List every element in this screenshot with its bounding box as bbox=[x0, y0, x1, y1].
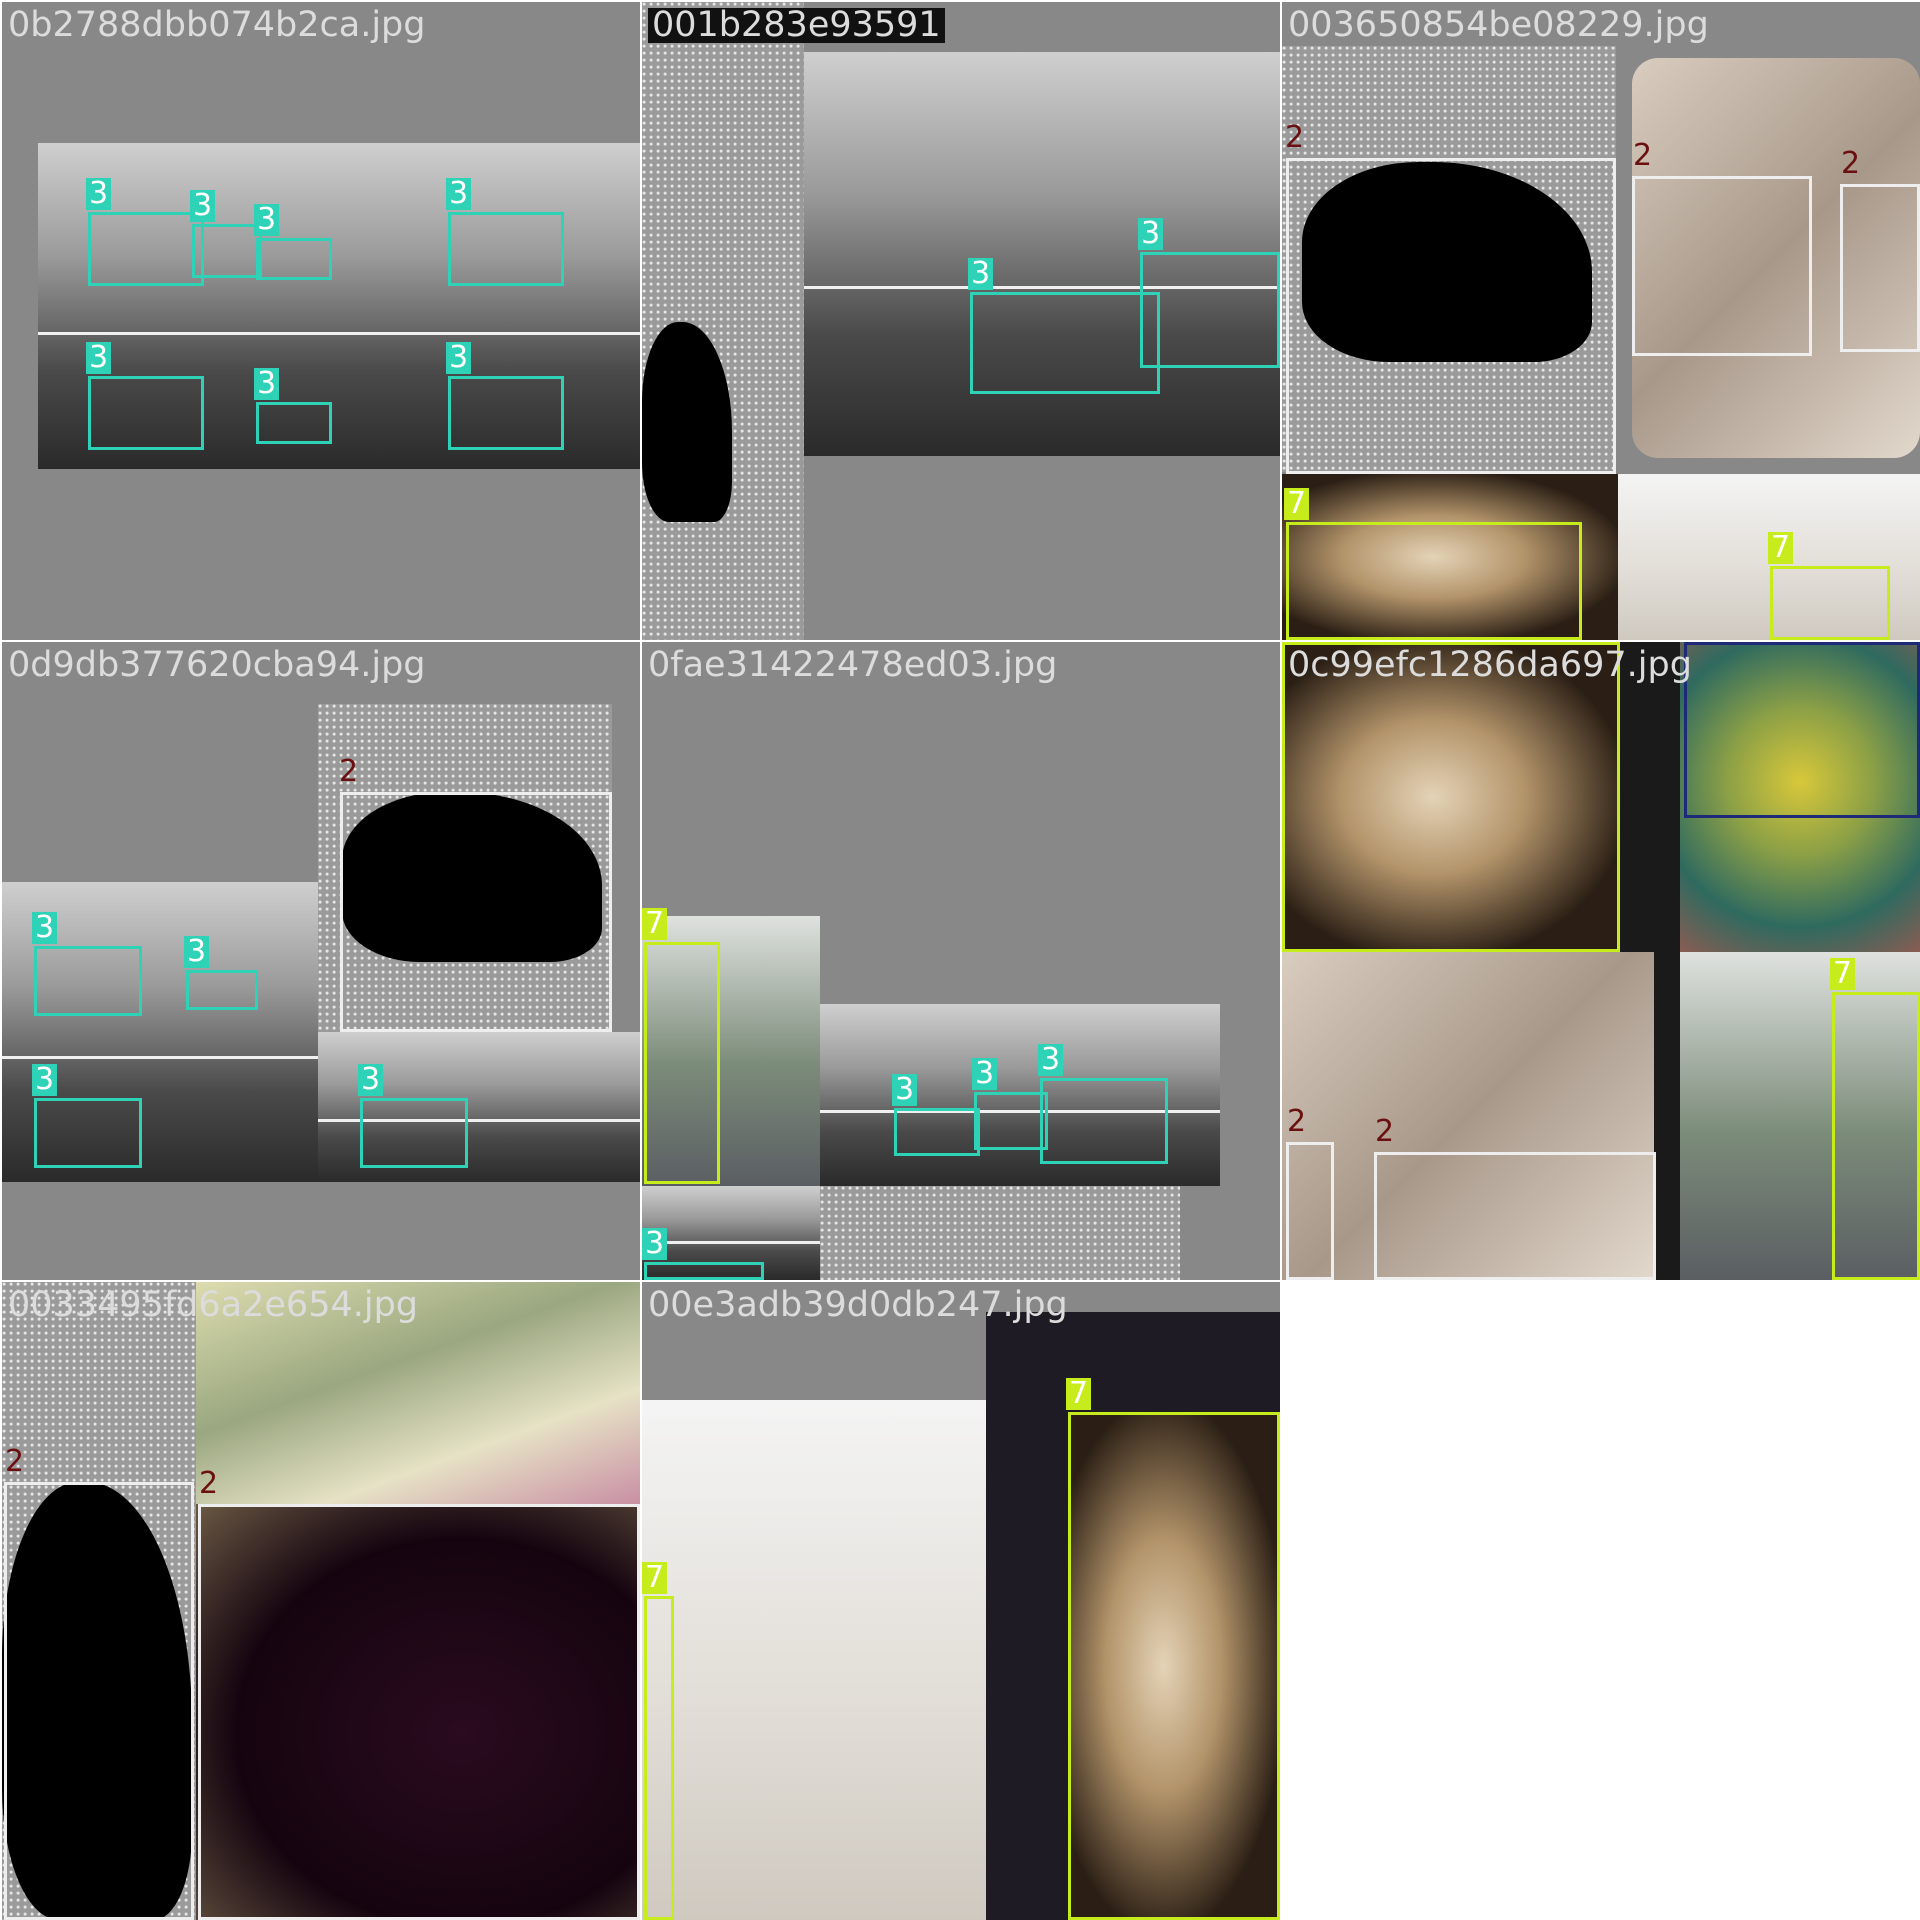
bbox-label: 7 bbox=[1830, 958, 1856, 990]
cat-image bbox=[820, 1186, 1180, 1280]
bbox-horse bbox=[974, 1092, 1048, 1150]
bbox-horse bbox=[448, 376, 564, 450]
mosaic-tile: 0fae31422478ed03.jpg 7 3 3 3 3 bbox=[642, 642, 1280, 1280]
mosaic-tile: 00e3adb39d0db247.jpg 7 7 bbox=[642, 1282, 1280, 1920]
bbox-cat bbox=[1840, 184, 1920, 352]
bbox-label: 7 bbox=[1066, 1378, 1092, 1410]
bbox-label: 3 bbox=[86, 342, 112, 374]
mosaic-tile: 2 2 0033495fd6a2e654.jpg bbox=[2, 1282, 640, 1920]
cat-image bbox=[642, 2, 804, 640]
bbox-label: 3 bbox=[254, 368, 280, 400]
tile-filename: 0c99efc1286da697.jpg bbox=[1288, 645, 1692, 685]
bbox-horse bbox=[360, 1098, 468, 1168]
bbox-horse bbox=[88, 376, 204, 450]
bbox-cat bbox=[1286, 1142, 1334, 1280]
bbox-label: 3 bbox=[254, 204, 280, 236]
bbox-label: 7 bbox=[1284, 488, 1310, 520]
bbox-cat bbox=[340, 792, 612, 1032]
bbox-label: 3 bbox=[32, 912, 58, 944]
training-batch-mosaic: 0b2788dbb074b2ca.jpg 3 3 3 3 3 3 3 3 3 0… bbox=[0, 0, 1920, 1920]
room-image bbox=[642, 1400, 986, 1920]
bbox-label: 2 bbox=[1841, 146, 1861, 181]
bbox-label: 3 bbox=[1138, 218, 1164, 250]
bbox-label: 3 bbox=[446, 342, 472, 374]
bbox-label: 2 bbox=[1287, 1104, 1307, 1139]
mosaic-tile: 003650854be08229.jpg 2 2 2 7 7 bbox=[1282, 2, 1920, 640]
bbox-dog bbox=[644, 1596, 674, 1920]
bbox-label: 3 bbox=[358, 1064, 384, 1096]
bbox-dog bbox=[644, 942, 720, 1184]
tile-filename: 0d9db377620cba94.jpg bbox=[8, 645, 426, 685]
bbox-horse bbox=[34, 946, 142, 1016]
bbox-label: 3 bbox=[1038, 1044, 1064, 1076]
tile-filename: 0033495fd6a2e654.jpg bbox=[8, 1285, 419, 1325]
bbox-horse bbox=[256, 238, 332, 280]
bbox-label: 3 bbox=[86, 178, 112, 210]
bbox-label: 7 bbox=[642, 908, 668, 940]
bbox-horse bbox=[894, 1108, 980, 1156]
bbox-label: 2 bbox=[1285, 120, 1305, 155]
bbox-dog bbox=[1286, 522, 1582, 640]
bbox-label: 3 bbox=[972, 1058, 998, 1090]
tile-filename: 003650854be08229.jpg bbox=[1288, 5, 1709, 45]
bbox-label: 7 bbox=[642, 1562, 668, 1594]
bbox-horse bbox=[186, 970, 258, 1010]
mosaic-tile: 0b2788dbb074b2ca.jpg 3 3 3 3 3 3 3 bbox=[2, 2, 640, 640]
bbox-label: 3 bbox=[184, 936, 210, 968]
bbox-cat bbox=[198, 1504, 640, 1920]
bbox-horse bbox=[970, 292, 1160, 394]
bbox-cat bbox=[4, 1482, 194, 1920]
bbox-cat bbox=[1374, 1152, 1656, 1280]
bbox-label: 3 bbox=[190, 190, 216, 222]
bbox-label: 7 bbox=[1768, 532, 1794, 564]
bbox-horse bbox=[192, 224, 262, 278]
bbox-label: 2 bbox=[339, 754, 359, 789]
mosaic-tile: 4 2 2 7 0c99efc1286da697.jpg bbox=[1282, 642, 1920, 1280]
bbox-dog bbox=[1832, 992, 1920, 1280]
bbox-dog bbox=[1770, 566, 1890, 640]
bbox-label: 3 bbox=[642, 1228, 668, 1260]
bbox-horse bbox=[1040, 1078, 1168, 1164]
bbox-label: 2 bbox=[1375, 1114, 1395, 1149]
bbox-horse bbox=[256, 402, 332, 444]
bbox-label: 3 bbox=[968, 258, 994, 290]
mosaic-tile: 0d9db377620cba94.jpg 2 3 3 3 3 bbox=[2, 642, 640, 1280]
bbox-dog bbox=[1068, 1412, 1280, 1920]
bbox-label: 2 bbox=[5, 1444, 25, 1479]
bbox-horse bbox=[88, 212, 204, 286]
bbox-horse bbox=[1140, 252, 1280, 368]
bbox-bird bbox=[1684, 642, 1920, 818]
tile-filename: 00e3adb39d0db247.jpg bbox=[648, 1285, 1068, 1325]
bbox-horse bbox=[448, 212, 564, 286]
bbox-label: 3 bbox=[32, 1064, 58, 1096]
bbox-cat bbox=[1632, 176, 1812, 356]
bbox-label: 3 bbox=[446, 178, 472, 210]
bbox-horse bbox=[644, 1262, 764, 1280]
tile-filename: 001b283e93591 bbox=[648, 8, 945, 43]
tile-filename: 0fae31422478ed03.jpg bbox=[648, 645, 1058, 685]
bbox-label: 3 bbox=[892, 1074, 918, 1106]
mosaic-tile: 3 3 001b283e93591 bbox=[642, 2, 1280, 640]
bbox-cat bbox=[1286, 158, 1616, 474]
tile-filename: 0b2788dbb074b2ca.jpg bbox=[8, 5, 426, 45]
bbox-label: 2 bbox=[1633, 138, 1653, 173]
bbox-horse bbox=[34, 1098, 142, 1168]
bbox-label: 2 bbox=[199, 1466, 219, 1501]
bbox-dog bbox=[1282, 642, 1620, 952]
